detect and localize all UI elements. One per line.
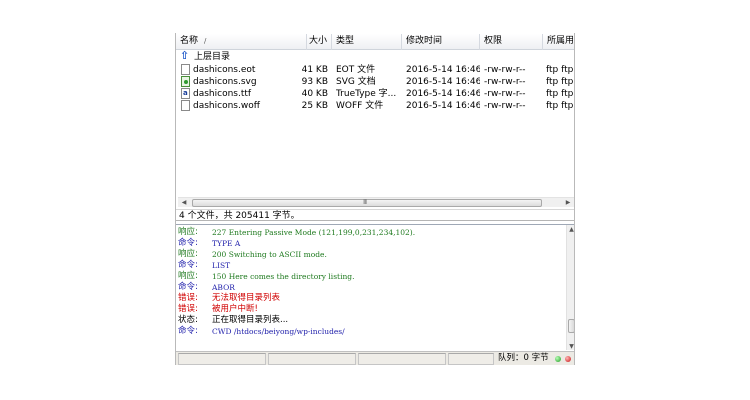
- log-label: 响应:: [178, 227, 198, 237]
- log-label: 命令:: [178, 326, 198, 336]
- file-icon: [181, 100, 190, 111]
- file-permissions: -rw-rw-r--: [484, 77, 526, 87]
- log-label: 命令:: [178, 260, 198, 270]
- file-type: WOFF 文件: [336, 101, 384, 111]
- log-label: 响应:: [178, 271, 198, 281]
- file-name: dashicons.eot: [193, 65, 256, 75]
- file-modified: 2016-5-14 16:46: [406, 65, 480, 75]
- file-owner: ftp ftp: [546, 65, 574, 75]
- log-label: 错误:: [178, 304, 198, 314]
- status-segment: [268, 353, 356, 365]
- file-permissions: -rw-rw-r--: [484, 65, 526, 75]
- svg-file-icon: [181, 76, 190, 87]
- file-list-status: 4 个文件，共 205411 字节。: [176, 209, 574, 221]
- file-type: TrueType 字...: [336, 89, 397, 99]
- column-size[interactable]: 大小: [307, 34, 332, 50]
- file-size: 93 KB: [301, 77, 328, 87]
- log-message: 227 Entering Passive Mode (121,199,0,231…: [212, 228, 416, 237]
- file-modified: 2016-5-14 16:46: [406, 77, 480, 87]
- file-permissions: -rw-rw-r--: [484, 101, 526, 111]
- file-owner: ftp ftp: [546, 101, 574, 111]
- column-modified[interactable]: 修改时间: [402, 34, 480, 50]
- file-owner: ftp ftp: [546, 77, 574, 87]
- log-label: 命令:: [178, 238, 198, 248]
- column-name-label: 名称: [180, 36, 199, 46]
- scroll-right-icon[interactable]: ▶: [563, 198, 573, 208]
- scroll-down-icon[interactable]: ▼: [567, 343, 574, 350]
- log-label: 响应:: [178, 249, 198, 259]
- file-row[interactable]: dashicons.ttf 40 KB TrueType 字... 2016-5…: [176, 87, 574, 100]
- file-owner: ftp ftp: [546, 89, 574, 99]
- horizontal-scrollbar[interactable]: ◀ III ▶: [178, 197, 574, 207]
- log-message: ABOR: [212, 283, 235, 292]
- file-name: dashicons.woff: [193, 101, 260, 111]
- file-row[interactable]: dashicons.woff 25 KB WOFF 文件 2016-5-14 1…: [176, 100, 574, 112]
- log-message: TYPE A: [212, 239, 241, 248]
- file-name: dashicons.svg: [193, 77, 257, 87]
- message-log[interactable]: 响应: 227 Entering Passive Mode (121,199,0…: [176, 224, 574, 350]
- status-segment: [448, 353, 494, 365]
- font-file-icon: [181, 87, 190, 99]
- vertical-scrollbar[interactable]: ▲ ▼: [566, 225, 574, 350]
- column-type[interactable]: 类型: [332, 34, 402, 50]
- up-arrow-icon: ⇧: [180, 49, 190, 62]
- vertical-scroll-thumb[interactable]: [568, 319, 574, 333]
- log-label: 状态:: [178, 315, 198, 325]
- log-message: CWD /htdocs/beiyong/wp-includes/: [212, 327, 345, 336]
- column-name[interactable]: 名称 /: [176, 34, 307, 50]
- file-size: 40 KB: [301, 89, 328, 99]
- file-type: EOT 文件: [336, 65, 376, 75]
- file-size: 41 KB: [301, 65, 328, 75]
- log-message: 200 Switching to ASCII mode.: [212, 250, 327, 259]
- log-label: 错误:: [178, 293, 198, 303]
- status-bar: 队列：0 字节: [176, 351, 574, 365]
- scroll-grip: III: [363, 198, 367, 206]
- upload-status-green-icon: [555, 356, 561, 362]
- log-message: LIST: [212, 261, 231, 270]
- column-permissions[interactable]: 权限: [480, 34, 543, 50]
- log-label: 命令:: [178, 282, 198, 292]
- parent-directory-row[interactable]: ⇧ 上层目录: [176, 49, 574, 63]
- file-modified: 2016-5-14 16:46: [406, 89, 480, 99]
- log-message: 150 Here comes the directory listing.: [212, 272, 355, 281]
- file-size: 25 KB: [301, 101, 328, 111]
- scroll-up-icon[interactable]: ▲: [567, 226, 574, 233]
- parent-directory-label: 上层目录: [194, 52, 231, 62]
- file-modified: 2016-5-14 16:46: [406, 101, 480, 111]
- file-icon: [181, 64, 190, 75]
- file-type: SVG 文档: [336, 77, 376, 87]
- download-status-red-icon: [565, 356, 571, 362]
- file-name: dashicons.ttf: [193, 89, 252, 99]
- status-segment: [178, 353, 266, 365]
- remote-file-list[interactable]: 名称 / 大小 类型 修改时间 权限 所属用户 ⇧ 上层目录 dashicons.…: [176, 33, 574, 208]
- log-message: 正在取得目录列表...: [212, 315, 289, 325]
- status-segment: [358, 353, 446, 365]
- log-message: 被用户中断!: [212, 304, 258, 314]
- scroll-left-icon[interactable]: ◀: [179, 198, 189, 208]
- ftp-client-window: 名称 / 大小 类型 修改时间 权限 所属用户 ⇧ 上层目录 dashicons.…: [175, 33, 575, 365]
- file-row[interactable]: dashicons.svg 93 KB SVG 文档 2016-5-14 16:…: [176, 76, 574, 88]
- log-message: 无法取得目录列表: [212, 293, 281, 303]
- file-row[interactable]: dashicons.eot 41 KB EOT 文件 2016-5-14 16:…: [176, 64, 574, 76]
- queue-status: 队列：0 字节: [498, 353, 549, 363]
- sort-indicator: /: [204, 37, 207, 45]
- column-owner[interactable]: 所属用户: [543, 34, 574, 50]
- file-permissions: -rw-rw-r--: [484, 89, 526, 99]
- column-header: 名称 / 大小 类型 修改时间 权限 所属用户: [176, 34, 574, 50]
- horizontal-scroll-thumb[interactable]: III: [192, 198, 542, 207]
